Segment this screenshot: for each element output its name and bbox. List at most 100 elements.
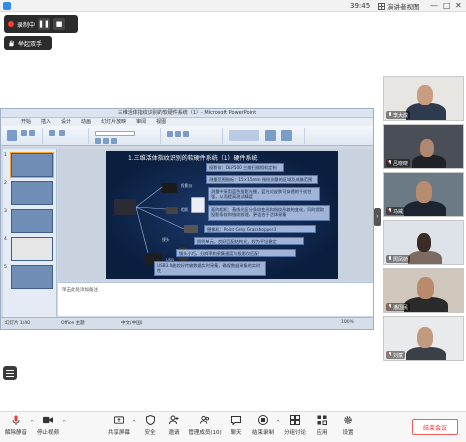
copy-icon[interactable] (29, 130, 35, 136)
participant-tile[interactable]: 潘国民 (383, 268, 464, 313)
ppt-tab[interactable]: 视图 (156, 118, 166, 126)
pause-recording-button[interactable]: ❚❚ (38, 18, 51, 30)
participant-tile[interactable]: 周凤娇 (383, 220, 464, 265)
align-right-icon[interactable] (183, 131, 189, 137)
video-options-chevron-icon[interactable]: ^ (62, 420, 66, 426)
ppt-ribbon (1, 126, 373, 146)
apps-button[interactable]: 应用 (312, 415, 332, 436)
mic-icon (11, 415, 21, 425)
quick-styles-icon[interactable] (281, 130, 292, 141)
record-options-chevron-icon[interactable]: ^ (276, 420, 280, 426)
participant-tile[interactable]: 李大成 (383, 76, 464, 121)
participant-name: 周凤娇 (393, 256, 409, 263)
mic-icon (388, 112, 392, 118)
stop-recording-button[interactable]: 结束录制 (250, 415, 276, 436)
ppt-tab[interactable]: 动画 (81, 118, 91, 126)
stop-recording-label: 结束录制 (251, 430, 274, 436)
ppt-tab[interactable]: 插入 (41, 118, 51, 126)
current-slide[interactable]: 1.三维活体指纹识别的软硬件系统（1）硬件系统 投影仪 相机 镜头 USB 投影… (106, 151, 338, 279)
breakout-icon (290, 415, 300, 425)
unmute-button[interactable]: 解除静音 (4, 415, 28, 436)
slide-thumbnail[interactable] (11, 209, 53, 233)
chat-list-icon[interactable] (3, 366, 17, 380)
italic-icon[interactable] (103, 138, 109, 144)
paste-icon[interactable] (7, 130, 17, 141)
shield-icon (145, 415, 155, 425)
ppt-tab[interactable]: 开始 (21, 118, 31, 126)
mic-muted-icon (388, 352, 392, 358)
align-left-icon[interactable] (167, 131, 173, 137)
spec-box: USB3.0能较好传输数据实时采集，确保数据采集的实时性 (154, 261, 266, 276)
settings-button[interactable]: 设置 (338, 415, 358, 436)
hand-icon (9, 39, 14, 46)
raise-hand-button[interactable]: 举起双手 (4, 36, 52, 50)
ppt-tab[interactable]: 设计 (61, 118, 71, 126)
apps-label: 应用 (316, 430, 328, 436)
slide-thumbnail[interactable] (11, 181, 53, 205)
ribbon-group (91, 128, 161, 144)
meeting-toolbar: 解除静音 ^ 停止视频 ^ 共享屏幕 ^ 安全 邀请 管理成员(10) 聊天 结… (0, 411, 466, 442)
speaker-notes[interactable]: 单击此处添加备注 (58, 282, 373, 316)
participant-tile[interactable]: 吕晓晓 (383, 124, 464, 169)
font-select[interactable] (95, 131, 135, 136)
layout-icon[interactable] (59, 130, 65, 136)
stop-video-button[interactable]: 停止视频 (36, 415, 60, 436)
bold-icon[interactable] (95, 138, 101, 144)
ppt-tab[interactable]: 审阅 (136, 118, 146, 126)
slide-thumbnail[interactable] (11, 237, 53, 261)
breakout-rooms-label: 分组讨论 (283, 430, 306, 436)
person-head (420, 139, 434, 157)
cut-icon[interactable] (21, 130, 27, 136)
ppt-status-bar: 幻灯片 1/40 Office 主题 中文(中国) 100% (1, 317, 373, 329)
chat-icon (231, 415, 241, 425)
unmute-label: 解除静音 (4, 430, 27, 436)
new-slide-icon[interactable] (49, 130, 55, 136)
ppt-tab[interactable]: 幻灯片放映 (101, 118, 126, 126)
underline-icon[interactable] (111, 138, 117, 144)
person-body (404, 201, 446, 216)
person-head (417, 277, 434, 299)
gear-icon (343, 415, 353, 425)
align-center-icon[interactable] (175, 131, 181, 137)
slide-thumbnail[interactable] (11, 265, 53, 289)
video-icon (43, 415, 53, 425)
ribbon-group (225, 128, 305, 144)
spec-box: 镜头小巧，分辨率和采集速度与投影仪匹配 (176, 249, 296, 257)
arrange-icon[interactable] (265, 130, 276, 141)
recording-dot-icon (8, 21, 14, 27)
spec-box: 测量中采用蓝色投影光栅，蓝光对皮肤可穿透的千扰性强，从而提高测试精度 (208, 187, 320, 201)
raise-hand-label: 举起双手 (18, 40, 43, 48)
mic-muted-icon (388, 160, 392, 166)
mic-icon (388, 256, 392, 262)
spec-box: 面阵相机：基线光区分条纹变形和指纹形貌的变化，同时提取投影条纹和指纹纹理，更适合… (208, 205, 330, 221)
stop-recording-button[interactable]: ■ (53, 18, 66, 30)
manage-participants-label: 管理成员(10) (188, 430, 222, 436)
stop-video-label: 停止视频 (36, 430, 59, 436)
thumb-number: 1 (4, 153, 7, 158)
participant-tile[interactable]: 马威 (383, 172, 464, 217)
share-screen-button[interactable]: 共享屏幕 (107, 415, 131, 436)
person-body (406, 103, 446, 120)
security-label: 安全 (144, 430, 156, 436)
chat-button[interactable]: 聊天 (226, 415, 246, 436)
manage-participants-button[interactable]: 管理成员(10) (188, 415, 222, 436)
audio-options-chevron-icon[interactable]: ^ (30, 420, 34, 426)
ppt-window-title: 三维活体指纹识别的软硬件系统（1）- Microsoft PowerPoint (1, 109, 373, 118)
end-meeting-button[interactable]: 结束会议 (412, 419, 458, 435)
security-button[interactable]: 安全 (140, 415, 160, 436)
invite-button[interactable]: 邀请 (164, 415, 184, 436)
participant-name-tag: 潘国民 (386, 303, 411, 311)
record-icon (258, 415, 268, 425)
zoom-level[interactable]: 100% (341, 320, 354, 325)
breakout-rooms-button[interactable]: 分组讨论 (282, 415, 308, 436)
collapse-panel-button[interactable]: › (374, 208, 381, 226)
person-head (417, 85, 433, 105)
settings-label: 设置 (342, 430, 354, 436)
participant-tile[interactable]: 刘斌 (383, 316, 464, 361)
slide-title: 1.三维活体指纹识别的软硬件系统（1）硬件系统 (128, 155, 258, 162)
language: 中文(中国) (121, 321, 143, 326)
ribbon-group (163, 128, 223, 144)
shapes-gallery[interactable] (229, 130, 259, 141)
share-options-chevron-icon[interactable]: ^ (132, 420, 136, 426)
slide-thumbnail[interactable] (10, 152, 54, 178)
